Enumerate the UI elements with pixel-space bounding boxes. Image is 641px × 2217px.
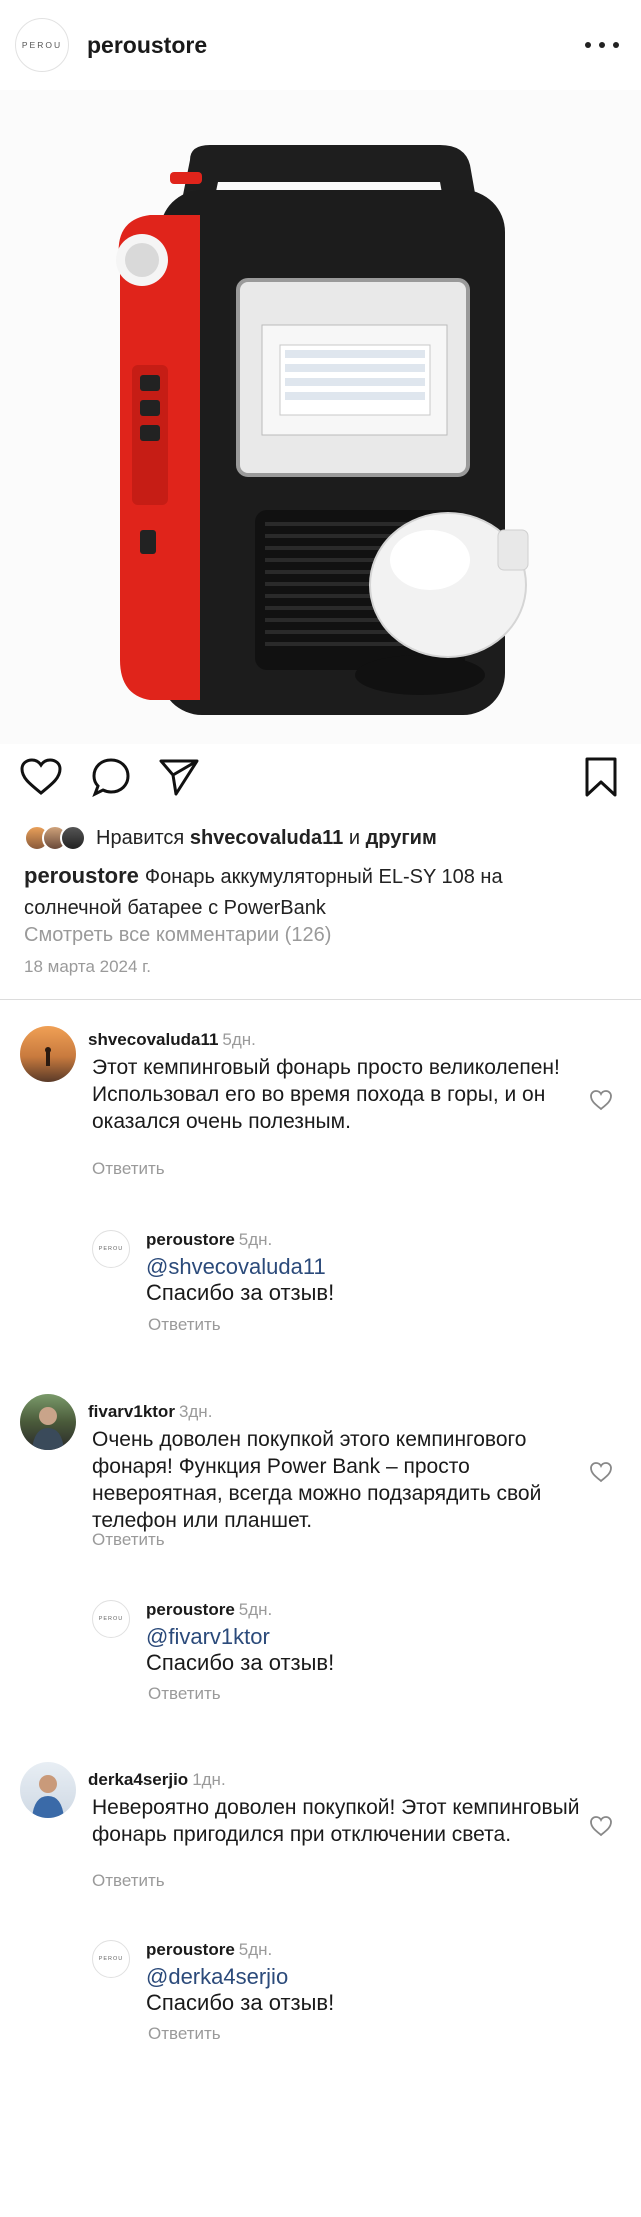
bookmark-icon[interactable] (578, 754, 624, 800)
store-logo-text: PEROU (21, 40, 63, 50)
reply-mention[interactable]: @shvecovaluda11 (146, 1254, 326, 1280)
likes-text: Нравится shvecovaluda11 и другим (96, 827, 437, 850)
commenter-avatar[interactable] (20, 1762, 76, 1818)
likes-user[interactable]: shvecovaluda11 (190, 827, 343, 849)
post-actions-bar (0, 754, 641, 810)
comment-text: Очень доволен покупкой этого кемпинговог… (92, 1428, 542, 1532)
divider (0, 999, 641, 1000)
likes-row[interactable]: Нравится shvecovaluda11 и другим (24, 822, 437, 854)
reply-mention[interactable]: @fivarv1ktor (146, 1624, 270, 1650)
reply-text: Спасибо за отзыв! (146, 1280, 335, 1305)
post-image[interactable] (0, 90, 641, 744)
comment-username[interactable]: shvecovaluda11 5дн. (88, 1030, 256, 1050)
commenter-avatar[interactable] (20, 1026, 76, 1082)
reply-reply-button[interactable]: Ответить (148, 1315, 221, 1335)
reply-avatar[interactable]: PEROU (92, 1940, 130, 1978)
comment-time: 1дн. (192, 1770, 226, 1789)
comment-text: Невероятно доволен покупкой! Этот кемпин… (92, 1796, 580, 1846)
comment-username[interactable]: derka4serjio 1дн. (88, 1770, 226, 1790)
reply-avatar-logo: PEROU (98, 1956, 124, 1962)
reply-time: 5дн. (238, 1940, 273, 1959)
comment-time: 5дн. (222, 1030, 256, 1049)
comment-time: 3дн. (178, 1402, 213, 1421)
reply-username[interactable]: peroustore 5дн. (146, 1600, 272, 1620)
comment-reply-button[interactable]: Ответить (92, 1530, 165, 1550)
caption-username[interactable]: peroustore (24, 863, 139, 888)
store-username[interactable]: peroustore (87, 32, 207, 59)
reply-avatar-logo: PEROU (98, 1246, 124, 1252)
comment-text: Этот кемпинговый фонарь просто великолеп… (92, 1056, 560, 1133)
likes-prefix: Нравится (96, 826, 185, 849)
post-date: 18 марта 2024 г. (24, 957, 152, 976)
more-dots-icon[interactable] (585, 33, 619, 57)
comment-bubble-icon[interactable] (88, 754, 134, 800)
reply-text: Спасибо за отзыв! (146, 1990, 335, 2015)
liker-avatar (60, 825, 86, 851)
reply-username[interactable]: peroustore 5дн. (146, 1940, 272, 1960)
reply-avatar-logo: PEROU (98, 1616, 124, 1622)
reply-reply-button[interactable]: Ответить (148, 1684, 221, 1704)
view-all-comments-link[interactable]: Смотреть все комментарии (126) (24, 924, 331, 947)
comment-like-heart-icon[interactable] (589, 1088, 613, 1112)
reply-avatar[interactable]: PEROU (92, 1600, 130, 1638)
comment-username[interactable]: fivarv1ktor 3дн. (88, 1402, 212, 1422)
reply-time: 5дн. (238, 1230, 273, 1249)
reply-mention[interactable]: @derka4serjio (146, 1964, 288, 1990)
likes-and: и (348, 826, 360, 849)
post-header: PEROU peroustore (0, 0, 641, 90)
commenter-avatar[interactable] (20, 1394, 76, 1450)
reply-username[interactable]: peroustore 5дн. (146, 1230, 272, 1250)
post-caption: peroustore Фонарь аккумуляторный EL-SY 10… (24, 860, 584, 924)
store-avatar[interactable]: PEROU (15, 18, 69, 72)
solar-lantern-product-photo (0, 90, 641, 744)
liker-avatars (24, 825, 86, 851)
comment-like-heart-icon[interactable] (589, 1814, 613, 1838)
reply-text: Спасибо за отзыв! (146, 1650, 335, 1675)
reply-time: 5дн. (238, 1600, 273, 1619)
reply-avatar[interactable]: PEROU (92, 1230, 130, 1268)
comment-reply-button[interactable]: Ответить (92, 1159, 165, 1179)
like-heart-icon[interactable] (18, 754, 64, 800)
share-send-icon[interactable] (156, 754, 202, 800)
comment-reply-button[interactable]: Ответить (92, 1871, 165, 1891)
comment-like-heart-icon[interactable] (589, 1460, 613, 1484)
reply-reply-button[interactable]: Ответить (148, 2024, 221, 2044)
likes-others[interactable]: другим (366, 827, 437, 849)
